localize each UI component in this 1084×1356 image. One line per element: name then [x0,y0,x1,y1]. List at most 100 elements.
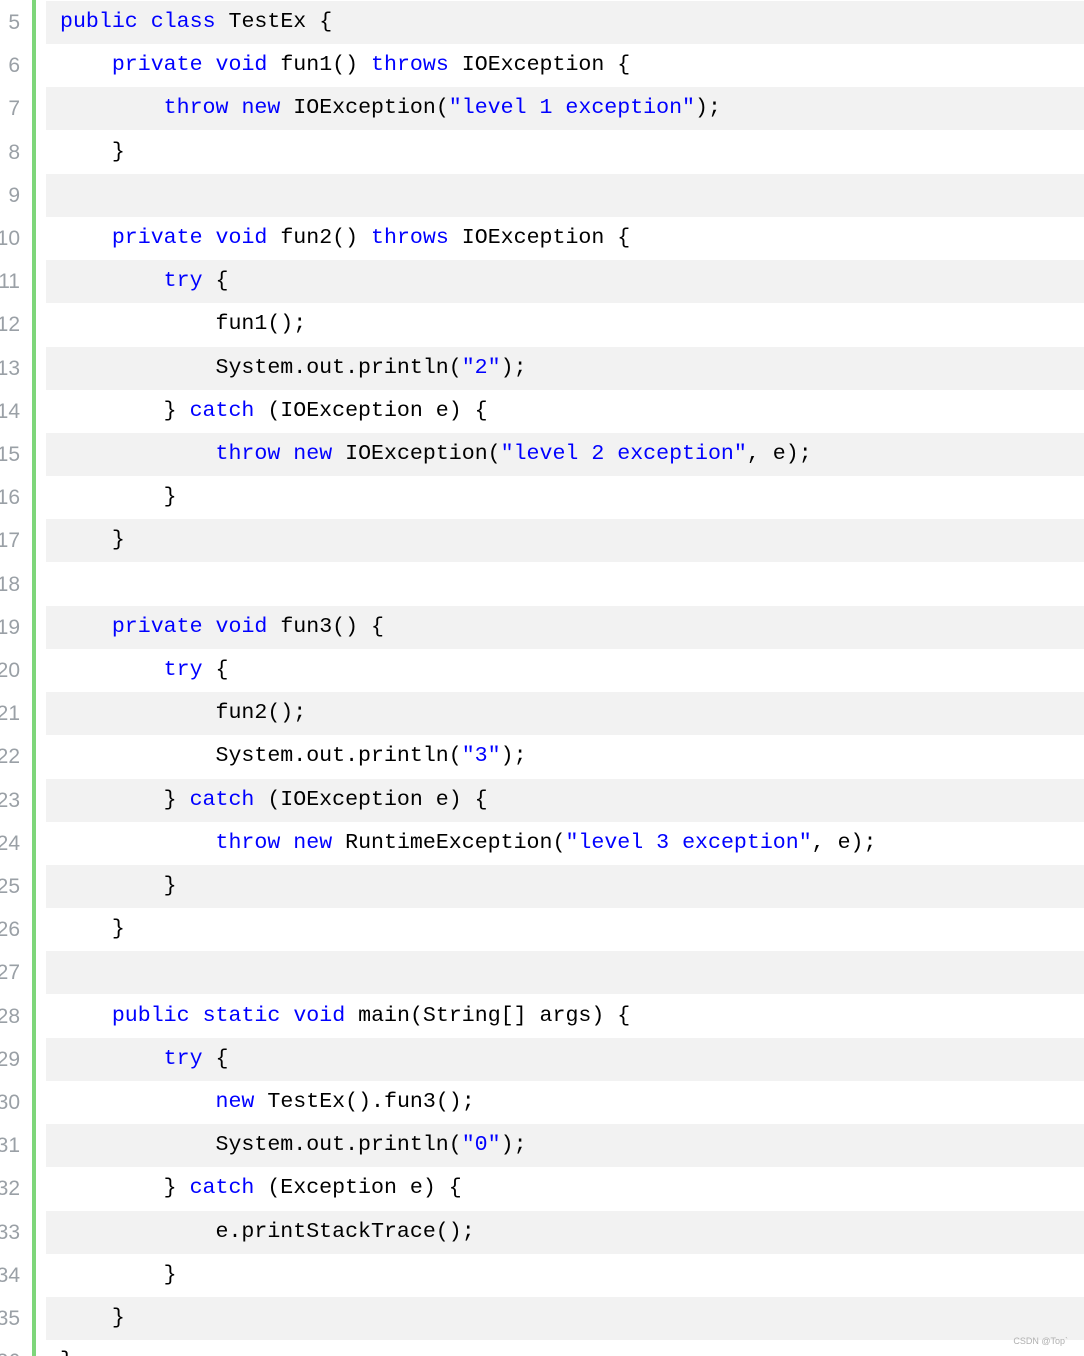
code-token: IOException( [280,96,449,121]
code-line: 13 System.out.println("2"); [0,346,1084,390]
code-line-background [46,173,1084,217]
code-text: } [60,908,125,951]
code-line: 8 } [0,131,1084,174]
code-line: 15 throw new IOException("level 2 except… [0,433,1084,476]
code-token: fun1() [267,53,372,78]
code-token: { [202,1046,229,1071]
code-text: throw new IOException("level 1 exception… [60,87,721,130]
code-line: 12 fun1(); [0,303,1084,346]
code-line: 5 public class TestEx { [0,1,1084,44]
keyword-token: throw [215,442,281,466]
code-text: private void fun3() { [60,606,384,649]
line-number: 30 [0,1091,20,1114]
code-text: e.printStackTrace(); [60,1211,475,1254]
string-token: "level 2 exception" [500,442,747,466]
code-token: System.out.println( [60,744,462,769]
line-number: 21 [0,702,20,726]
code-token: System.out.println( [60,355,462,380]
code-line-background [46,908,1084,951]
code-token: , e); [811,830,877,855]
code-token: fun2() [267,226,372,250]
line-number: 24 [0,831,20,855]
line-number: 16 [0,486,20,510]
code-text: } [60,865,177,908]
code-token: fun2(); [60,701,307,726]
code-token: e.printStackTrace(); [60,1219,475,1244]
code-text: try { [60,260,229,303]
code-token: IOException { [448,53,631,78]
code-text: public class TestEx { [60,1,332,44]
line-number: 31 [0,1134,20,1158]
code-token: ); [500,1133,527,1158]
code-token: main(String[] args) { [345,1003,631,1028]
code-line: 20 try { [0,649,1084,692]
code-token: } [60,1306,125,1330]
code-line: 36} [0,1340,1084,1356]
code-token: fun3() { [267,614,385,639]
line-number: 20 [0,659,20,682]
code-token: { [202,658,229,682]
code-text: try { [60,1038,229,1081]
line-number: 11 [0,270,20,294]
code-token: ); [500,355,527,380]
code-text: public static void main(String[] args) { [60,995,630,1038]
code-line: 32 } catch (Exception e) { [0,1167,1084,1210]
code-line: 34 } [0,1254,1084,1297]
code-line: 14 } catch (IOException e) { [0,390,1084,433]
code-text: } [60,476,177,519]
code-line-background [46,519,1084,563]
code-token: fun1(); [60,312,307,337]
code-text: throw new RuntimeException("level 3 exce… [60,822,877,865]
code-line: 18 [0,563,1084,606]
keyword-token: class [150,10,216,34]
keyword-token: new [293,830,333,855]
code-line: 23 } catch (IOException e) { [0,778,1084,822]
code-line: 24 throw new RuntimeException("level 3 e… [0,822,1084,865]
code-text: } catch (Exception e) { [60,1167,462,1210]
code-text: fun2(); [60,692,307,735]
string-token: "level 1 exception" [448,96,696,121]
line-number: 12 [0,313,20,337]
keyword-token: throw [163,96,229,121]
line-number: 13 [0,356,20,380]
keyword-token: catch [189,1176,255,1201]
code-line-background [46,951,1084,995]
code-token: } [60,1262,177,1287]
code-token: ); [500,744,527,769]
line-number: 9 [8,183,20,207]
code-line: 7 throw new IOException("level 1 excepti… [0,87,1084,131]
code-token: } [60,1176,190,1201]
line-number: 15 [0,443,20,466]
code-text: new TestEx().fun3(); [60,1081,475,1124]
code-line: 10 private void fun2() throws IOExceptio… [0,217,1084,260]
keyword-token: new [293,442,333,466]
string-token: "2" [461,355,501,380]
keyword-token: void [215,226,268,250]
code-token: { [202,269,229,294]
code-editor: 5 public class TestEx { 6 private void fun… [0,0,1084,1356]
keyword-token: try [163,269,203,294]
line-number: 5 [8,11,20,34]
line-number: 6 [8,54,20,78]
code-line: 16 } [0,476,1084,519]
code-line-background [46,865,1084,908]
line-number: 29 [0,1047,20,1071]
code-token: TestEx().fun3(); [254,1090,475,1114]
code-text: System.out.println("0"); [60,1124,527,1167]
line-number: 23 [0,788,20,812]
keyword-token: void [215,614,268,639]
code-line: 26 } [0,908,1084,951]
code-line: 33 e.printStackTrace(); [0,1210,1084,1254]
line-number: 25 [0,875,20,898]
